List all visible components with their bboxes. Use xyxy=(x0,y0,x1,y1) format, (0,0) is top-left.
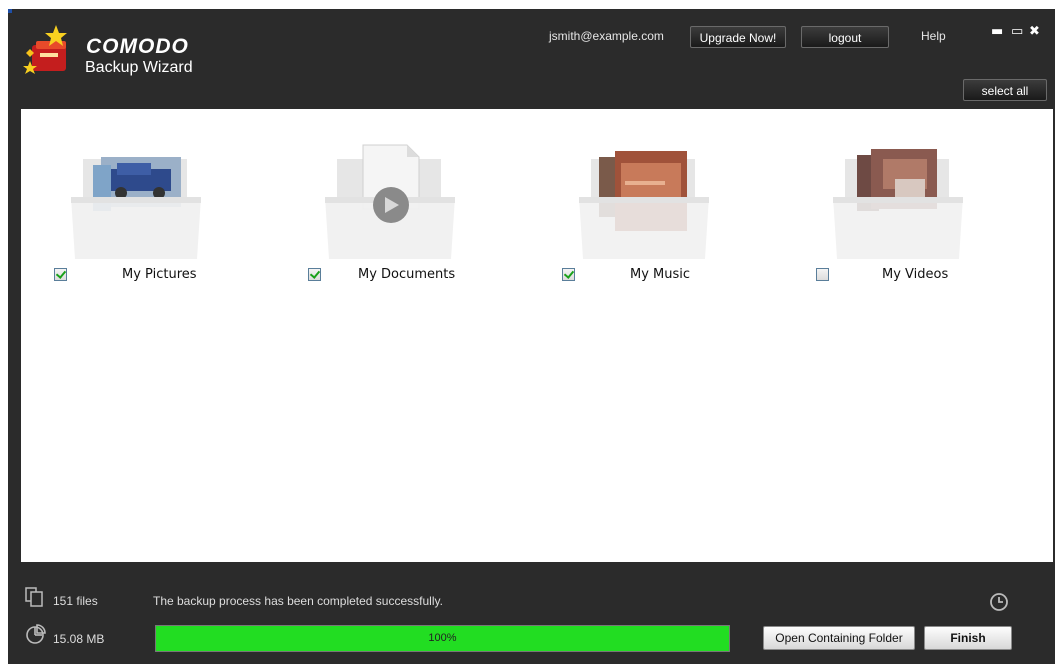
folder-label: My Pictures xyxy=(122,267,197,282)
help-link[interactable]: Help xyxy=(921,29,946,43)
folder-tile-videos[interactable]: My Videos xyxy=(783,139,1023,289)
folder-selection-panel: My Pictures My Documents My Music My Vid… xyxy=(21,109,1053,562)
progress-label: 100% xyxy=(428,632,457,644)
music-checkbox[interactable] xyxy=(562,268,575,281)
total-size: 15.08 MB xyxy=(53,632,105,646)
folder-row-pictures: My Pictures xyxy=(54,267,274,285)
files-icon xyxy=(25,587,43,607)
folder-label: My Music xyxy=(630,267,691,282)
documents-checkbox[interactable] xyxy=(308,268,321,281)
folder-tile-pictures[interactable]: My Pictures xyxy=(21,139,261,289)
logout-button[interactable]: logout xyxy=(801,26,889,48)
status-message: The backup process has been completed su… xyxy=(153,594,443,608)
videos-folder-icon xyxy=(833,149,963,259)
comodo-logo-icon xyxy=(23,25,67,74)
close-icon[interactable]: ✖ xyxy=(1029,24,1040,39)
folder-label: My Documents xyxy=(358,267,456,282)
folder-row-music: My Music xyxy=(562,267,782,285)
select-all-button[interactable]: select all xyxy=(963,79,1047,101)
size-pie-icon xyxy=(26,624,46,644)
videos-checkbox[interactable] xyxy=(816,268,829,281)
documents-folder-icon xyxy=(325,144,455,259)
open-containing-folder-button[interactable]: Open Containing Folder xyxy=(763,626,915,650)
folder-label: My Videos xyxy=(882,267,949,282)
folder-tile-documents[interactable]: My Documents xyxy=(275,139,515,289)
folder-row-documents: My Documents xyxy=(308,267,528,285)
upgrade-now-button[interactable]: Upgrade Now! xyxy=(690,26,786,48)
pictures-checkbox[interactable] xyxy=(54,268,67,281)
finish-button[interactable]: Finish xyxy=(924,626,1012,650)
restore-icon[interactable]: ▭ xyxy=(1011,24,1023,39)
minimize-icon[interactable]: ▬ xyxy=(991,24,1003,39)
pictures-folder-icon xyxy=(71,157,201,259)
folder-row-videos: My Videos xyxy=(816,267,1036,285)
schedule-clock-icon[interactable] xyxy=(989,592,1009,612)
window-corner-marker xyxy=(8,9,12,13)
app-subtitle: Backup Wizard xyxy=(85,59,193,76)
app-window: COMODO Backup Wizard jsmith@example.com … xyxy=(8,9,1055,664)
files-count: 151 files xyxy=(53,594,98,608)
brand-name: COMODO xyxy=(86,35,189,58)
music-folder-icon xyxy=(579,151,709,259)
folder-tile-music[interactable]: My Music xyxy=(529,139,769,289)
user-email: jsmith@example.com xyxy=(549,29,664,43)
progress-bar: 100% xyxy=(155,625,730,652)
